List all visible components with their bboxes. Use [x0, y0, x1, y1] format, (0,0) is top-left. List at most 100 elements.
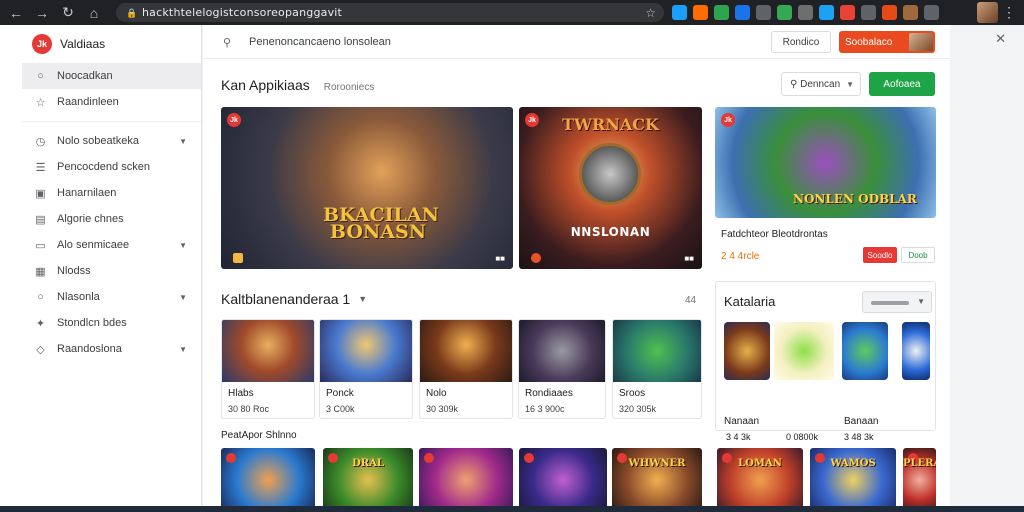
tile-badge-icon	[424, 453, 434, 463]
game-card[interactable]: Ponck 3 C00k	[319, 319, 413, 419]
hero-card-1[interactable]: Jk BKACILAN BONASN ■■	[221, 107, 513, 269]
account-button-label: Soobalaco	[845, 36, 893, 48]
extension-icon[interactable]	[672, 5, 687, 20]
sidebar-item[interactable]: ▭ Alo senmicaee ▼	[22, 232, 201, 258]
hero-card-3[interactable]: Jk NONLEN ODBLAR	[715, 107, 936, 218]
filter-dropdown[interactable]: ⚲ Denncan ▼	[781, 72, 861, 96]
back-icon[interactable]: ←	[6, 3, 26, 23]
hero-3-price: 2 4 4rcle	[721, 251, 760, 262]
game-tile[interactable]: WAMOS	[810, 448, 896, 512]
sidebar-item[interactable]: ▦ Nlodss	[22, 258, 201, 284]
sidebar-item[interactable]: ☆ Raandinleen	[22, 89, 201, 115]
secondary-chip[interactable]: Doob	[901, 247, 935, 263]
green-action-button[interactable]: Aofoaea	[869, 72, 935, 96]
sidebar-item[interactable]: ☰ Pencocdend scken	[22, 154, 201, 180]
extension-icon[interactable]	[693, 5, 708, 20]
brand-name: Valdiaas	[60, 37, 106, 51]
game-tile[interactable]	[419, 448, 513, 512]
search-icon: ⚲	[223, 37, 232, 49]
buy-chip[interactable]: Soodlo	[863, 247, 897, 263]
game-card[interactable]: Sroos 320 305k	[612, 319, 702, 419]
game-card[interactable]: Hlabs 30 80 Roc	[221, 319, 315, 419]
circle-icon: ○	[37, 291, 44, 303]
profile-avatar[interactable]	[977, 2, 998, 23]
chevron-down-icon: ▼	[179, 136, 187, 146]
sidebar-item-label: Nlasonla	[57, 291, 100, 303]
sidebar-item[interactable]: ◇ Raandoslona ▼	[22, 336, 201, 362]
menu-kebab-icon[interactable]: ⋮	[1002, 4, 1016, 21]
panel-select[interactable]: ▼	[862, 291, 932, 313]
row-2-title[interactable]: Kaltblanenanderaa 1 ▼	[221, 291, 367, 307]
page-gutter-right	[950, 25, 1024, 512]
star-icon: ☆	[35, 96, 46, 109]
forward-icon[interactable]: →	[32, 3, 52, 23]
row-2-more[interactable]: 44	[685, 295, 696, 306]
folder-icon: ▭	[35, 239, 46, 252]
sidebar-item-label: Nlodss	[57, 265, 91, 277]
extension-icon[interactable]	[735, 5, 750, 20]
sidebar-item-label: Raandoslona	[57, 343, 122, 355]
panel-select-placeholder	[871, 301, 909, 305]
panel-thumb[interactable]	[902, 322, 930, 380]
section-subtitle[interactable]: Rorooniecs	[324, 82, 375, 93]
side-panel: Katalaria ▼ Nanaan 3 4 3k 0 0800k Banaan…	[715, 281, 936, 442]
extension-icon[interactable]	[819, 5, 834, 20]
hero-card-2[interactable]: Jk TWRNACK NNSLONAN ■■	[519, 107, 702, 269]
extension-icon[interactable]	[840, 5, 855, 20]
panel-thumb[interactable]	[724, 322, 770, 380]
avatar	[909, 33, 933, 51]
hero-badge-icon: Jk	[227, 113, 241, 127]
extension-icon[interactable]	[777, 5, 792, 20]
extension-icon[interactable]	[756, 5, 771, 20]
row-2-title-text: Kaltblanenanderaa 1	[221, 291, 351, 307]
panel-thumb[interactable]	[774, 322, 834, 380]
close-icon[interactable]: ✕	[995, 31, 1006, 47]
extension-icons	[672, 4, 939, 21]
brand[interactable]: Jk Valdiaas	[22, 25, 201, 63]
reload-icon[interactable]: ↻	[58, 3, 78, 23]
sidebar-item-label: Alo senmicaee	[57, 239, 130, 251]
search-input[interactable]: Penenoncancaeno lonsolean	[249, 36, 391, 48]
game-tile[interactable]	[221, 448, 315, 512]
extension-icon[interactable]	[903, 5, 918, 20]
hero-caption: BKACILAN BONASN	[323, 204, 440, 243]
filter-icon: ⚲	[790, 78, 801, 90]
panel-item-meta: 3 48 3k	[844, 432, 874, 442]
extension-icon[interactable]	[798, 5, 813, 20]
sidebar-item[interactable]: ○ Noocadkan	[22, 63, 201, 89]
bookmark-star-icon[interactable]: ☆	[645, 6, 656, 20]
extension-icon[interactable]	[714, 5, 729, 20]
sidebar-item[interactable]: ▤ Algorie chnes	[22, 206, 201, 232]
sidebar-item[interactable]: ✦ Stondlcn bdes	[22, 310, 201, 336]
game-card[interactable]: Nolo 30 309k	[419, 319, 513, 419]
hero-top-caption: TWRNACK	[562, 115, 659, 134]
game-tile[interactable]: LOMAN	[717, 448, 803, 512]
lock-icon: 🔒	[126, 7, 138, 18]
puzzle-icon: ✦	[35, 317, 46, 330]
extension-icon[interactable]	[861, 5, 876, 20]
chevron-down-icon: ▼	[179, 292, 187, 302]
chevron-down-icon: ▼	[846, 79, 854, 89]
game-card[interactable]: Rondiaaes 16 3 900c	[518, 319, 606, 419]
game-tile[interactable]: PLERA	[903, 448, 936, 512]
sidebar-item[interactable]: ▣ Hanarnilaen	[22, 180, 201, 206]
filter-dropdown-label: Denncan	[800, 78, 841, 90]
document-icon: ▤	[35, 213, 46, 226]
brand-logo-icon: Jk	[32, 34, 52, 54]
game-meta: 16 3 900c	[525, 404, 565, 414]
hero-dots-icon[interactable]: ■■	[495, 254, 505, 263]
panel-thumb[interactable]	[842, 322, 888, 380]
extension-icon[interactable]	[882, 5, 897, 20]
outline-button[interactable]: Rondico	[771, 31, 831, 53]
sidebar-item-label: Noocadkan	[57, 70, 113, 82]
address-bar[interactable]: 🔒 hackthtelelogistconsoreopanggavit ☆	[116, 3, 664, 22]
game-tile[interactable]: DRAL	[323, 448, 413, 512]
home-icon[interactable]: ⌂	[84, 3, 104, 23]
hero-dots-icon[interactable]: ■■	[684, 254, 694, 263]
sidebar-item[interactable]: ◷ Nolo sobeatkeka ▼	[22, 128, 201, 154]
sidebar-item[interactable]: ○ Nlasonla ▼	[22, 284, 201, 310]
account-button[interactable]: Soobalaco	[839, 31, 935, 53]
game-tile[interactable]	[519, 448, 607, 512]
game-tile[interactable]: WHWNER	[612, 448, 702, 512]
extension-icon[interactable]	[924, 5, 939, 20]
